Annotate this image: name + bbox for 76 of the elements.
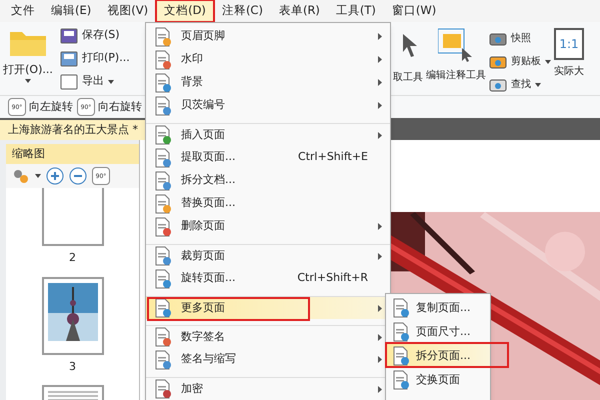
- document-icon: [154, 72, 172, 92]
- ribbon-button[interactable]: 查找: [489, 74, 551, 95]
- menu-item[interactable]: 水印: [146, 48, 390, 71]
- actual-size-icon: 1:1: [554, 28, 584, 60]
- caret-icon: [25, 78, 31, 82]
- submenu-arrow-icon: [378, 102, 382, 109]
- document-icon: [154, 170, 172, 190]
- menu-item[interactable]: 窗口(W): [384, 1, 444, 21]
- page-thumbnail[interactable]: [42, 188, 104, 246]
- menu-item[interactable]: 删除页面: [146, 215, 390, 238]
- ribbon-button[interactable]: 打印(P)...: [60, 48, 130, 69]
- submenu-arrow-icon: [378, 33, 382, 40]
- submenu-arrow-icon: [378, 56, 382, 63]
- document-icon: [154, 194, 172, 214]
- open-button[interactable]: 打开(O)...: [0, 22, 56, 95]
- save-icon: [60, 26, 78, 44]
- ribbon-button[interactable]: 快照: [489, 28, 551, 49]
- submenu-arrow-icon: [378, 132, 382, 138]
- zoom-in-icon: [46, 167, 64, 185]
- document-icon: [392, 298, 410, 318]
- submenu-arrow-icon: [378, 252, 382, 260]
- document-tab[interactable]: 上海旅游著名的五大景点 *: [0, 120, 145, 140]
- menu-item[interactable]: 文件: [4, 1, 42, 21]
- menu-item[interactable]: 文档(D): [157, 1, 213, 21]
- menu-item[interactable]: 裁剪页面: [146, 244, 390, 267]
- tool-button[interactable]: 取工具: [393, 28, 423, 85]
- document-icon: [154, 246, 172, 266]
- submenu-arrow-icon: [378, 356, 382, 363]
- menu-item[interactable]: 表单(R): [272, 1, 327, 21]
- panel-header: 缩略图: [6, 144, 139, 164]
- menu-item[interactable]: 视图(V): [100, 1, 156, 21]
- submenu-arrow-icon: [378, 223, 382, 230]
- document-icon: [154, 350, 172, 370]
- menu-item[interactable]: 替换页面...: [146, 192, 390, 215]
- menu-item[interactable]: 拆分页面...: [386, 344, 490, 368]
- page-number: 3: [69, 358, 76, 374]
- menu-item[interactable]: 旋转页面... Ctrl+Shift+R: [146, 267, 390, 290]
- submenu-arrow-icon: [378, 386, 382, 392]
- caret-icon: [108, 80, 114, 84]
- menu-item[interactable]: 页眉页脚: [146, 25, 390, 48]
- zoom-out-icon: [69, 167, 87, 185]
- document-icon: [392, 346, 410, 366]
- actual-size-button[interactable]: 1:1 实际大: [554, 28, 584, 79]
- caret-icon: [535, 82, 541, 86]
- document-icon: [154, 327, 172, 347]
- document-icon: [154, 298, 172, 318]
- document-icon: [154, 50, 172, 70]
- ribbon-button[interactable]: 保存(S): [60, 25, 130, 46]
- document-icon: [392, 322, 410, 342]
- document-icon: [154, 96, 172, 116]
- document-icon: [154, 216, 172, 236]
- page-number: 2: [69, 250, 76, 266]
- document-icon: [154, 148, 172, 168]
- menu-item[interactable]: 拆分文档...: [146, 169, 390, 192]
- menu-item[interactable]: 贝茨编号: [146, 94, 390, 117]
- menu-item[interactable]: 背景: [146, 71, 390, 94]
- menu-item[interactable]: 插入页面: [146, 123, 390, 146]
- submenu-arrow-icon: [378, 304, 382, 312]
- tool-button[interactable]: 编辑注释工具: [426, 28, 486, 83]
- caret-icon: [545, 60, 551, 64]
- menu-item[interactable]: 注释(C): [214, 1, 270, 21]
- submenu-arrow-icon: [378, 79, 382, 86]
- document-icon: [154, 125, 172, 145]
- cursor-icon: [403, 34, 417, 57]
- page-thumbnail[interactable]: [42, 276, 104, 354]
- menu-item[interactable]: 工具(T): [328, 1, 383, 21]
- submenu-arrow-icon: [378, 334, 382, 340]
- comment-cursor-icon: [438, 28, 474, 62]
- caret-icon: [35, 174, 41, 178]
- menu-item[interactable]: 提取页面... Ctrl+Shift+E: [146, 146, 390, 169]
- ribbon-button[interactable]: 导出: [60, 71, 130, 92]
- document-icon: [392, 370, 410, 390]
- menu-item[interactable]: 编辑(E): [44, 1, 98, 21]
- ribbon-button[interactable]: 剪贴板: [489, 51, 551, 72]
- document-icon: [154, 26, 172, 46]
- document-icon: [154, 268, 172, 288]
